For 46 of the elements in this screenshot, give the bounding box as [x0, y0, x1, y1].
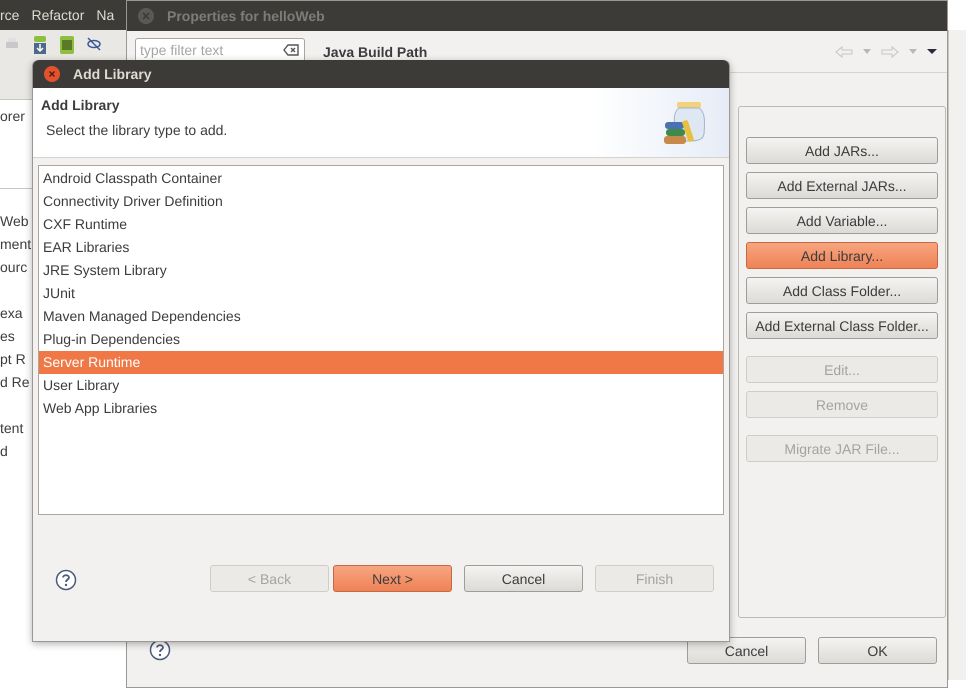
list-item[interactable]: Connectivity Driver Definition	[39, 190, 723, 213]
window-title: Add Library	[73, 66, 152, 82]
device-icon[interactable]	[60, 36, 74, 54]
side-button[interactable]: Add External Class Folder...	[746, 312, 938, 339]
dialog-description: Select the library type to add.	[45, 122, 228, 138]
dialog-button[interactable]: OK	[818, 637, 937, 664]
wizard-button[interactable]: Next >	[333, 565, 452, 592]
filter-field[interactable]: type filter text	[135, 38, 305, 62]
page-title: Java Build Path	[323, 44, 428, 60]
side-button[interactable]: Add Variable...	[746, 207, 938, 234]
tree-item[interactable]: tent	[0, 417, 24, 440]
menu-item[interactable]: Na	[96, 7, 114, 23]
dialog-button[interactable]: Cancel	[687, 637, 806, 664]
list-item[interactable]: JUnit	[39, 282, 723, 305]
list-item[interactable]: JRE System Library	[39, 259, 723, 282]
download-icon[interactable]	[32, 36, 48, 54]
list-item[interactable]: EAR Libraries	[39, 236, 723, 259]
tree-item[interactable]: ourc	[0, 256, 28, 279]
tree-item[interactable]: pt R	[0, 348, 26, 371]
list-item[interactable]: Web App Libraries	[39, 397, 723, 420]
tree-item[interactable]: d	[0, 440, 8, 463]
tree-item[interactable]: ment	[0, 233, 32, 256]
tree-item[interactable]: Web	[0, 210, 29, 233]
menu-item[interactable]: Refactor	[31, 7, 84, 23]
close-icon[interactable]	[43, 65, 61, 83]
side-button[interactable]: Add Library...	[746, 242, 938, 269]
side-button[interactable]: Add Class Folder...	[746, 277, 938, 304]
wizard-button[interactable]: Cancel	[464, 565, 583, 592]
menu-item[interactable]: rce	[0, 7, 20, 23]
list-item[interactable]: User Library	[39, 374, 723, 397]
tree-item[interactable]: d Re	[0, 371, 30, 394]
list-item[interactable]: Android Classpath Container	[39, 167, 723, 190]
tree-item[interactable]: es	[0, 325, 15, 348]
list-item[interactable]: Plug-in Dependencies	[39, 328, 723, 351]
side-button[interactable]: Add JARs...	[746, 137, 938, 164]
help-icon[interactable]	[55, 568, 77, 590]
side-button[interactable]: Add External JARs...	[746, 172, 938, 199]
clear-icon[interactable]	[283, 44, 299, 56]
eye-icon[interactable]	[86, 36, 102, 52]
dialog-heading: Add Library	[41, 97, 121, 113]
menu-icon[interactable]	[927, 48, 937, 54]
tree-item[interactable]: exa	[0, 302, 23, 325]
window-title: Properties for helloWeb	[167, 8, 325, 24]
list-item[interactable]: CXF Runtime	[39, 213, 723, 236]
list-item[interactable]: Maven Managed Dependencies	[39, 305, 723, 328]
panel-tab[interactable]: orer	[0, 108, 25, 124]
